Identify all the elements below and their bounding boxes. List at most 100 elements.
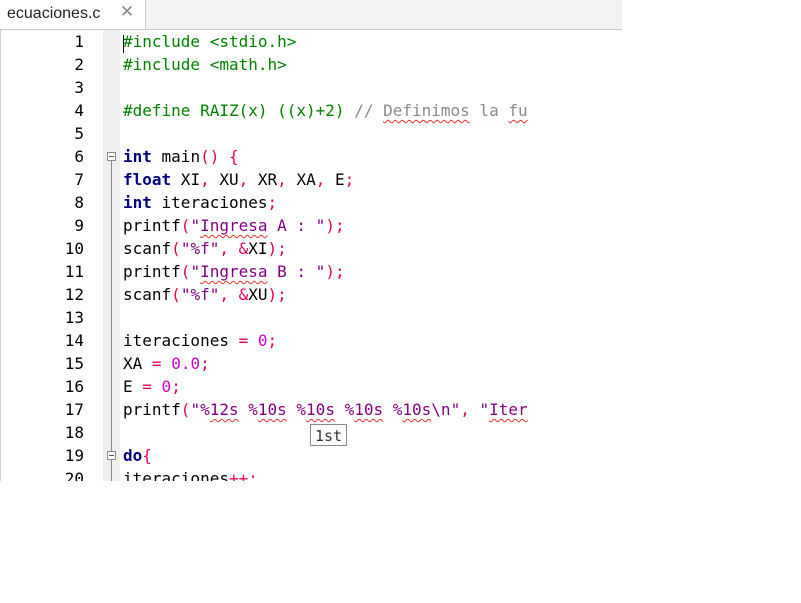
code-token: 10s xyxy=(257,400,287,419)
code-token: XI xyxy=(248,239,268,258)
code-token: 10s xyxy=(402,400,432,419)
code-token: Ingresa xyxy=(200,262,268,281)
line-number: 7 xyxy=(74,170,84,189)
code-token: int xyxy=(123,193,152,212)
editor-window: ecuaciones.c ✕ 1 2 3 4 5 6 7 8 9 10 11 12 13 14 15 16 17… xyxy=(0,0,622,481)
code-token: " xyxy=(190,262,201,281)
code-token: ( xyxy=(171,285,181,304)
code-token: ; xyxy=(267,331,278,350)
code-token: // xyxy=(354,101,384,120)
code-token: #include <stdio.h> xyxy=(123,32,297,51)
code-token: , xyxy=(219,239,229,258)
code-line[interactable]: iteraciones++; xyxy=(123,467,258,481)
code-token: int xyxy=(123,147,152,166)
code-token: " xyxy=(190,216,201,235)
code-token: = xyxy=(151,354,162,373)
code-token: iteraciones xyxy=(123,469,229,481)
code-token: 0.0 xyxy=(171,354,201,373)
code-token: printf xyxy=(123,262,181,281)
code-line[interactable]: scanf("%f", &XU); xyxy=(123,283,287,306)
code-line[interactable]: #include <stdio.h> xyxy=(123,30,296,53)
code-token: ; xyxy=(200,354,210,373)
code-token: , xyxy=(200,170,210,189)
code-line[interactable]: iteraciones = 0; xyxy=(123,329,277,352)
fold-guide-line xyxy=(111,460,112,481)
code-token: { xyxy=(142,446,152,465)
line-number: 9 xyxy=(74,216,84,235)
code-token: , xyxy=(460,400,470,419)
line-number: 13 xyxy=(64,308,84,327)
code-token: ( xyxy=(180,400,191,419)
line-number: 2 xyxy=(74,55,84,74)
code-token: "%f" xyxy=(180,285,220,304)
code-token: & xyxy=(238,285,249,304)
code-line[interactable]: #include <math.h> xyxy=(123,53,287,76)
code-token: Iter xyxy=(489,400,528,419)
code-line[interactable]: XA = 0.0; xyxy=(123,352,210,375)
code-token: main xyxy=(151,147,201,166)
code-token: ); xyxy=(325,262,345,281)
code-line[interactable]: E = 0; xyxy=(123,375,181,398)
code-token: float xyxy=(123,170,172,189)
code-token: E xyxy=(123,377,143,396)
code-token: % xyxy=(334,400,355,419)
code-token: XA xyxy=(286,170,316,189)
file-tab[interactable]: ecuaciones.c ✕ xyxy=(0,0,146,29)
line-number: 8 xyxy=(74,193,84,212)
code-token: scanf xyxy=(123,239,172,258)
code-line[interactable]: int main() { xyxy=(123,145,239,168)
line-number: 18 xyxy=(64,423,84,442)
code-token: Ingresa xyxy=(200,216,268,235)
code-token: #define RAIZ(x) ((x)+2) xyxy=(123,101,355,120)
code-line[interactable]: printf("%12s %10s %10s %10s %10s\n", "It… xyxy=(123,398,528,421)
code-token: , xyxy=(277,170,287,189)
fold-toggle-icon[interactable] xyxy=(107,152,116,161)
tab-filename: ecuaciones.c xyxy=(7,5,101,22)
autocomplete-hint[interactable]: 1st xyxy=(310,424,348,446)
code-token: B : " xyxy=(267,262,326,281)
fold-toggle-icon[interactable] xyxy=(107,451,116,460)
code-token: scanf xyxy=(123,285,172,304)
code-token: = xyxy=(142,377,152,396)
editor-body[interactable]: 1 2 3 4 5 6 7 8 9 10 11 12 13 14 15 16 17 18 19 20 #include… xyxy=(0,30,622,481)
code-token: ); xyxy=(325,216,345,235)
code-token: do xyxy=(123,446,143,465)
code-token: ( xyxy=(171,239,181,258)
code-line[interactable]: int iteraciones; xyxy=(123,191,277,214)
line-number: 17 xyxy=(64,400,84,419)
code-token: ( xyxy=(180,262,191,281)
code-area[interactable]: #include <stdio.h> #include <math.h> #defi… xyxy=(123,30,622,481)
line-number-gutter: 1 2 3 4 5 6 7 8 9 10 11 12 13 14 15 16 17 18 19 20 xyxy=(0,30,104,481)
code-token: fu xyxy=(508,101,528,120)
code-line[interactable]: float XI, XU, XR, XA, E; xyxy=(123,168,354,191)
line-number: 19 xyxy=(64,446,84,465)
code-token: 10s xyxy=(354,400,384,419)
code-token: & xyxy=(238,239,249,258)
code-token: XR xyxy=(248,170,278,189)
code-token: printf xyxy=(123,400,181,419)
code-token: iteraciones xyxy=(123,331,239,350)
code-token: iteraciones xyxy=(151,193,268,212)
tab-bar: ecuaciones.c ✕ xyxy=(0,0,622,30)
code-token: ; xyxy=(344,170,355,189)
code-token: "% xyxy=(190,400,210,419)
code-line[interactable]: printf("Ingresa A : "); xyxy=(123,214,345,237)
close-icon[interactable]: ✕ xyxy=(118,3,136,21)
code-line[interactable]: do{ xyxy=(123,444,152,467)
code-line[interactable]: printf("Ingresa B : "); xyxy=(123,260,345,283)
text-caret xyxy=(123,35,124,53)
code-line[interactable]: scanf("%f", &XI); xyxy=(123,237,287,260)
line-number: 11 xyxy=(64,262,84,281)
code-token: 0 xyxy=(161,377,172,396)
code-token: ( xyxy=(180,216,191,235)
code-token: ; xyxy=(171,377,181,396)
line-number: 10 xyxy=(64,239,84,258)
code-token: { xyxy=(228,147,239,166)
code-token: XU xyxy=(209,170,239,189)
line-number: 1 xyxy=(74,32,84,51)
code-token: " xyxy=(479,400,490,419)
code-token: XA xyxy=(123,354,152,373)
code-line[interactable]: #define RAIZ(x) ((x)+2) // Definimos la … xyxy=(123,99,528,122)
code-token: = xyxy=(238,331,249,350)
